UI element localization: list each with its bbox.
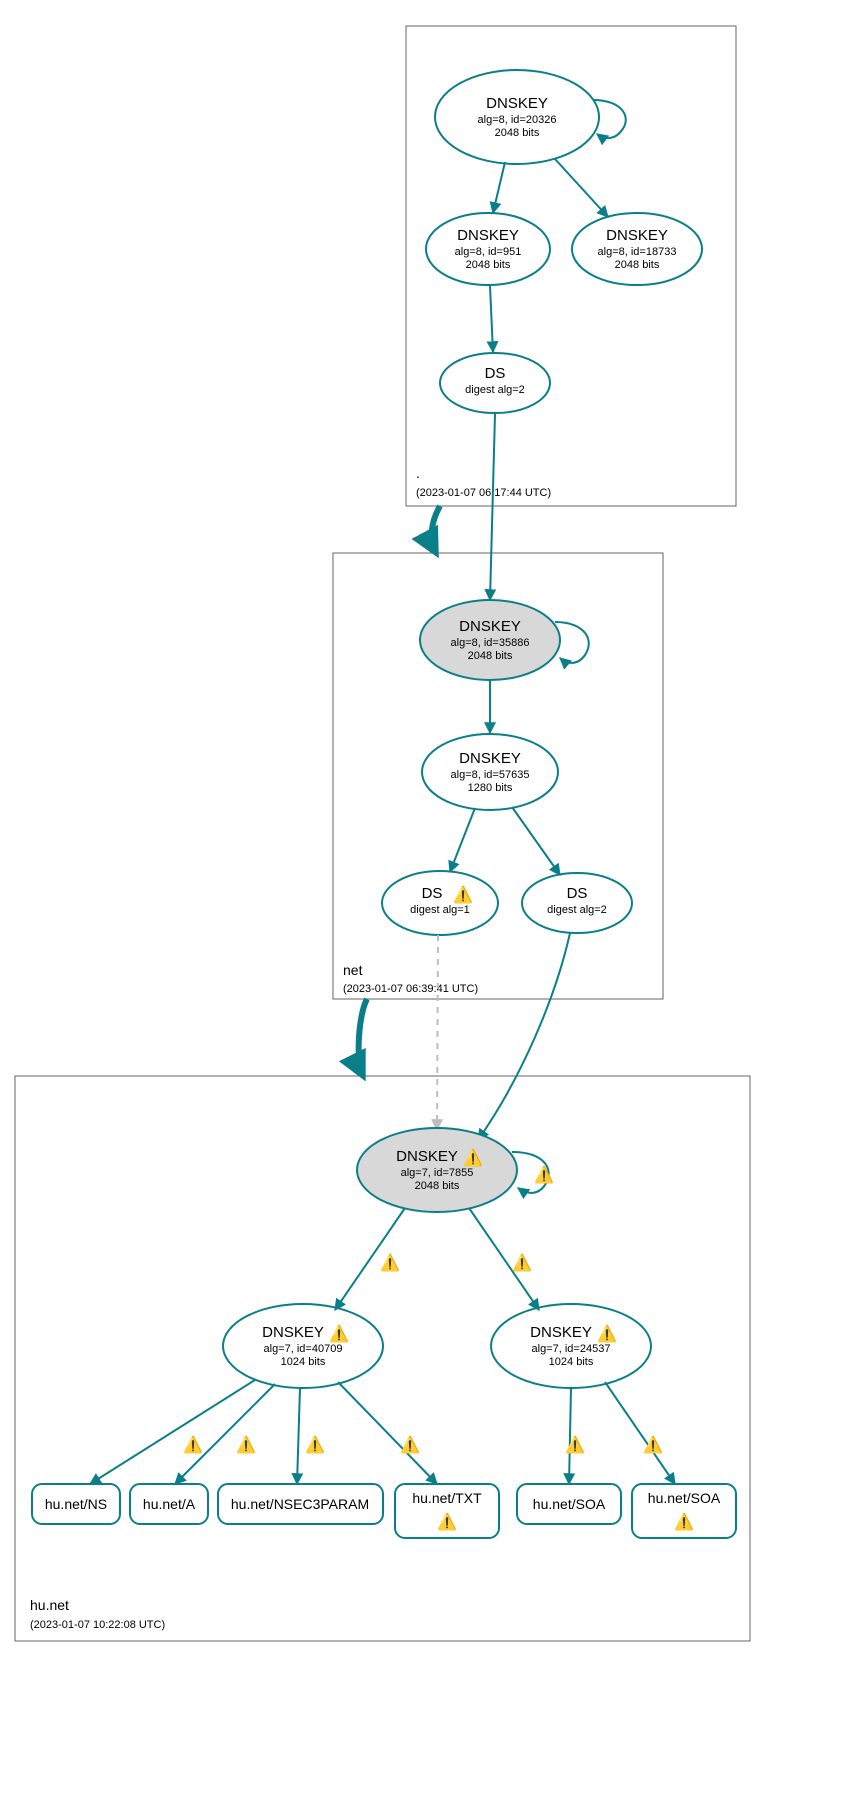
zone-name-root: .: [416, 465, 420, 481]
svg-text:DNSKEY: DNSKEY: [606, 227, 668, 244]
svg-text:hu.net/SOA: hu.net/SOA: [648, 1490, 721, 1506]
svg-text:alg=8, id=20326: alg=8, id=20326: [478, 114, 557, 126]
zone-time-hunet: (2023-01-07 10:22:08 UTC): [30, 1619, 165, 1631]
edge-rootksk-zsk2: [555, 159, 608, 217]
svg-text:2048 bits: 2048 bits: [415, 1180, 460, 1192]
edge-rootksk-zsk1: [493, 162, 505, 213]
edge-net-to-hunet: [359, 999, 367, 1076]
edge-rootzsk1-ds: [490, 286, 493, 352]
svg-text:DS: DS: [567, 885, 588, 902]
svg-text:hu.net/A: hu.net/A: [143, 1496, 196, 1512]
edge-zsk2-soa1: [569, 1388, 571, 1484]
edge-zsk1-ns: [90, 1380, 255, 1484]
warning-icon: ⚠️: [643, 1435, 663, 1454]
svg-text:DNSKEY: DNSKEY: [457, 227, 519, 244]
node-hu-zsk2[interactable]: DNSKEY ⚠️ alg=7, id=24537 1024 bits: [491, 1304, 651, 1388]
svg-text:alg=8, id=35886: alg=8, id=35886: [451, 637, 530, 649]
svg-text:1024 bits: 1024 bits: [549, 1356, 594, 1368]
svg-text:DNSKEY: DNSKEY: [459, 618, 521, 635]
svg-text:2048 bits: 2048 bits: [495, 127, 540, 139]
warning-icon: ⚠️: [565, 1435, 585, 1454]
svg-text:alg=7, id=7855: alg=7, id=7855: [401, 1167, 474, 1179]
svg-text:DS: DS: [422, 885, 443, 902]
warning-icon: ⚠️: [512, 1253, 532, 1272]
svg-text:digest alg=2: digest alg=2: [465, 384, 525, 396]
node-net-ds1[interactable]: DS ⚠️ digest alg=1: [382, 871, 498, 935]
warning-icon: ⚠️: [305, 1435, 325, 1454]
svg-text:alg=8, id=57635: alg=8, id=57635: [451, 769, 530, 781]
zone-time-root: (2023-01-07 06:17:44 UTC): [416, 487, 551, 499]
svg-text:1024 bits: 1024 bits: [281, 1356, 326, 1368]
edge-root-to-net: [432, 506, 440, 553]
svg-text:DNSKEY: DNSKEY: [530, 1324, 592, 1341]
svg-text:alg=8, id=18733: alg=8, id=18733: [598, 246, 677, 258]
svg-text:hu.net/NSEC3PARAM: hu.net/NSEC3PARAM: [231, 1496, 369, 1512]
svg-text:1280 bits: 1280 bits: [468, 782, 513, 794]
node-net-ds2[interactable]: DS digest alg=2: [522, 873, 632, 933]
warning-icon: ⚠️: [437, 1512, 457, 1531]
edge-netds2-huksk: [478, 933, 570, 1140]
svg-text:alg=8, id=951: alg=8, id=951: [455, 246, 522, 258]
warning-icon: ⚠️: [329, 1324, 349, 1343]
node-hu-ksk[interactable]: DNSKEY ⚠️ alg=7, id=7855 2048 bits: [357, 1128, 517, 1212]
warning-icon: ⚠️: [183, 1435, 203, 1454]
svg-text:2048 bits: 2048 bits: [468, 650, 513, 662]
node-hu-zsk1[interactable]: DNSKEY ⚠️ alg=7, id=40709 1024 bits: [223, 1304, 383, 1388]
node-root-ds[interactable]: DS digest alg=2: [440, 353, 550, 413]
edge-netzsk-ds2: [512, 807, 560, 875]
edge-netzsk-ds1: [450, 808, 475, 872]
warning-icon: ⚠️: [534, 1165, 554, 1184]
node-root-ksk[interactable]: DNSKEY alg=8, id=20326 2048 bits: [435, 70, 599, 164]
warning-icon: ⚠️: [463, 1148, 483, 1167]
record-ns[interactable]: hu.net/NS: [32, 1484, 120, 1524]
svg-text:2048 bits: 2048 bits: [615, 259, 660, 271]
svg-text:digest alg=2: digest alg=2: [547, 904, 607, 916]
zone-name-net: net: [343, 962, 363, 978]
warning-icon: ⚠️: [453, 885, 473, 904]
svg-text:hu.net/SOA: hu.net/SOA: [533, 1496, 606, 1512]
warning-icon: ⚠️: [400, 1435, 420, 1454]
svg-text:DNSKEY: DNSKEY: [262, 1324, 324, 1341]
svg-text:hu.net/TXT: hu.net/TXT: [412, 1490, 482, 1506]
warning-icon: ⚠️: [380, 1253, 400, 1272]
edge-zsk2-soa2: [605, 1382, 675, 1484]
node-root-zsk1[interactable]: DNSKEY alg=8, id=951 2048 bits: [426, 213, 550, 285]
record-txt[interactable]: hu.net/TXT ⚠️: [395, 1484, 499, 1538]
svg-text:DNSKEY: DNSKEY: [486, 95, 548, 112]
warning-icon: ⚠️: [236, 1435, 256, 1454]
zone-name-hunet: hu.net: [30, 1597, 69, 1613]
record-soa2[interactable]: hu.net/SOA ⚠️: [632, 1484, 736, 1538]
svg-text:hu.net/NS: hu.net/NS: [45, 1496, 107, 1512]
svg-text:2048 bits: 2048 bits: [466, 259, 511, 271]
svg-text:alg=7, id=24537: alg=7, id=24537: [532, 1343, 611, 1355]
warning-icon: ⚠️: [674, 1512, 694, 1531]
record-nsec3[interactable]: hu.net/NSEC3PARAM: [218, 1484, 383, 1524]
record-soa1[interactable]: hu.net/SOA: [517, 1484, 621, 1524]
svg-text:DS: DS: [485, 365, 506, 382]
svg-text:DNSKEY: DNSKEY: [459, 750, 521, 767]
edge-netds1-huksk: [437, 935, 438, 1130]
svg-text:DNSKEY: DNSKEY: [396, 1148, 458, 1165]
svg-text:digest alg=1: digest alg=1: [410, 904, 470, 916]
zone-time-net: (2023-01-07 06:39:41 UTC): [343, 983, 478, 995]
edge-zsk1-nsec3: [297, 1388, 300, 1484]
node-net-ksk[interactable]: DNSKEY alg=8, id=35886 2048 bits: [420, 600, 560, 680]
edge-zsk1-txt: [338, 1382, 437, 1484]
dnssec-graph: . (2023-01-07 06:17:44 UTC) net (2023-01…: [0, 0, 852, 1796]
node-root-zsk2[interactable]: DNSKEY alg=8, id=18733 2048 bits: [572, 213, 702, 285]
edge-rootds-netksk: [490, 414, 495, 600]
warning-icon: ⚠️: [597, 1324, 617, 1343]
svg-text:alg=7, id=40709: alg=7, id=40709: [264, 1343, 343, 1355]
record-a[interactable]: hu.net/A: [130, 1484, 208, 1524]
node-net-zsk[interactable]: DNSKEY alg=8, id=57635 1280 bits: [422, 734, 558, 810]
